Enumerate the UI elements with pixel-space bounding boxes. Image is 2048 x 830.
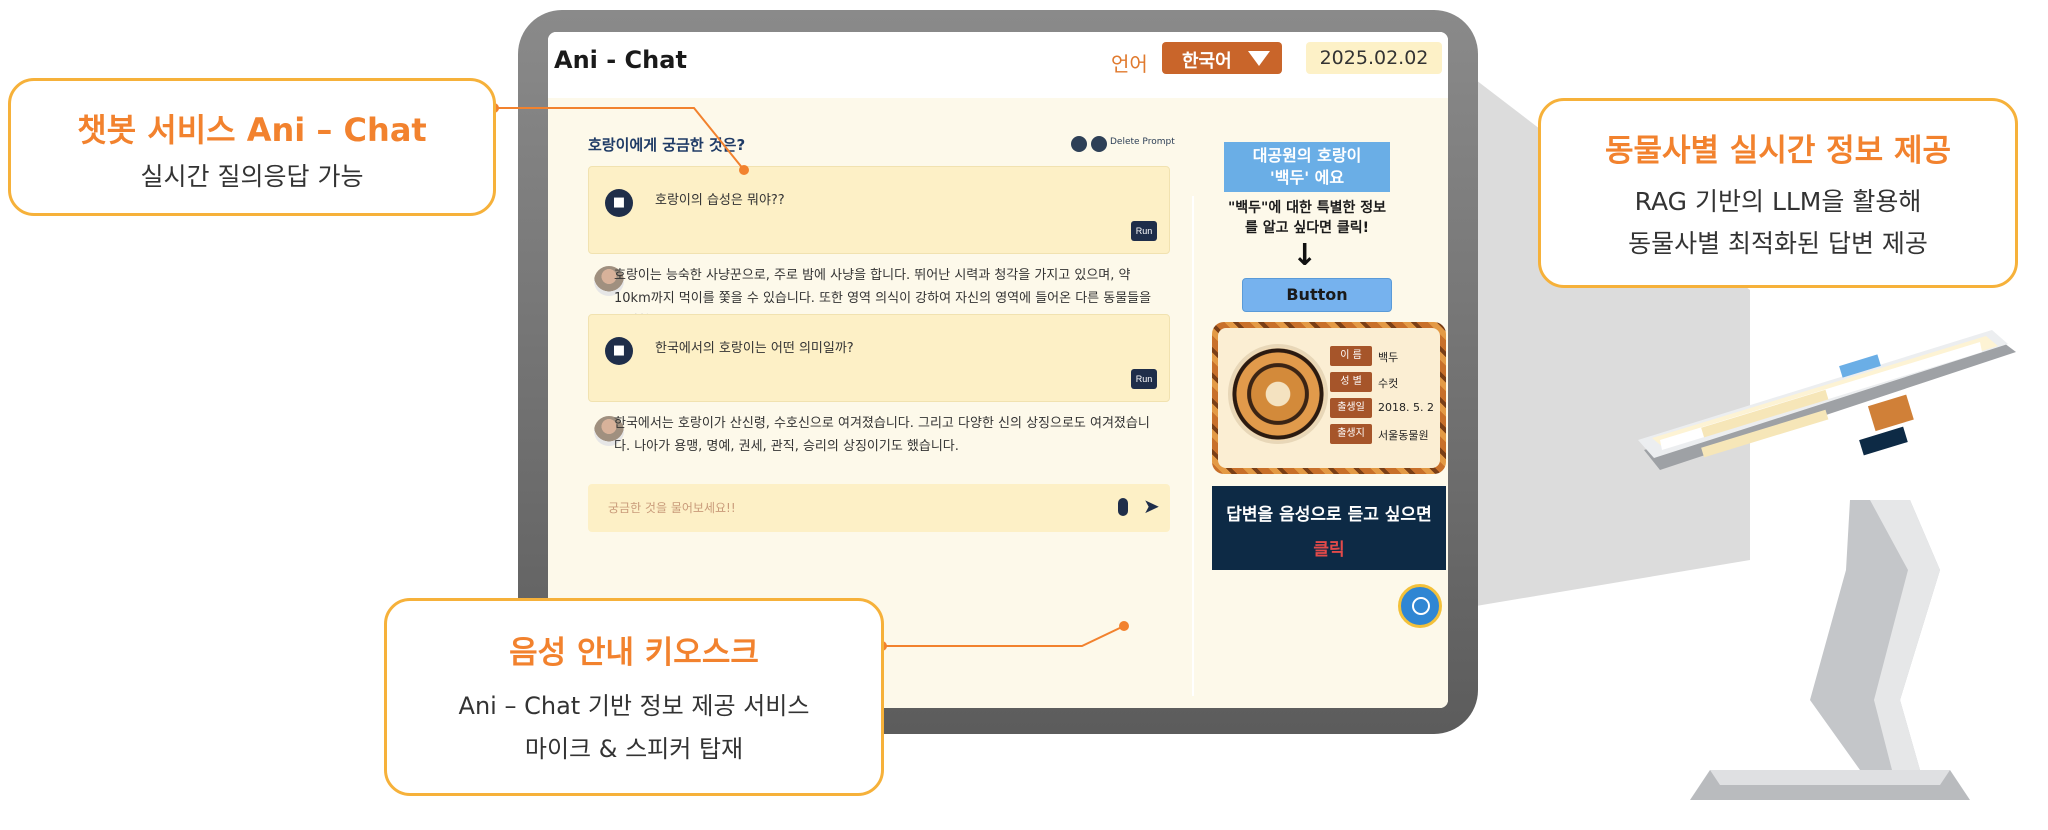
callout-kiosk-sub1: Ani – Chat 기반 정보 제공 서비스 — [458, 692, 810, 720]
language-value: 한국어 — [1182, 51, 1232, 72]
app-header: Ani - Chat 언어 한국어 2025.02.02 — [548, 32, 1448, 98]
field-label: 성 별 — [1330, 372, 1372, 392]
folder-icon: ■ — [605, 337, 633, 365]
language-label: 언어 — [1111, 52, 1148, 76]
run-button[interactable]: Run — [1131, 369, 1157, 389]
field-label: 출생지 — [1330, 424, 1372, 444]
arrow-down-icon: ↓ — [1292, 238, 1318, 273]
animal-profile-inner: 이 름 백두 성 별 수컷 출생일 2018. 5. 2 출생지 서울동물원 — [1218, 328, 1440, 468]
field-value: 2018. 5. 2 — [1378, 401, 1434, 414]
callout-realtime-title: 동물사별 실시간 정보 제공 — [1604, 133, 1952, 169]
delete-prompt-link[interactable]: Delete Prompt — [1110, 137, 1175, 147]
question-text: 한국에서의 호랑이는 어떤 의미일까? — [655, 341, 854, 356]
voice-answer-click: 클릭 — [1313, 540, 1345, 560]
field-value: 서울동물원 — [1378, 429, 1429, 442]
field-value: 백두 — [1378, 351, 1399, 364]
settings-icon[interactable] — [1071, 136, 1087, 152]
date-display: 2025.02.02 — [1306, 42, 1442, 74]
folder-icon: ■ — [605, 189, 633, 217]
animal-profile-card: 이 름 백두 성 별 수컷 출생일 2018. 5. 2 출생지 서울동물원 — [1212, 322, 1446, 474]
animal-title-line2: '백두' 에요 — [1269, 168, 1345, 187]
microphone-icon[interactable] — [1118, 498, 1128, 516]
info-instruction: "백두"에 대한 특별한 정보 를 알고 싶다면 클릭! — [1212, 198, 1402, 238]
trash-icon[interactable] — [1091, 136, 1107, 152]
info-instruction-line1: "백두"에 대한 특별한 정보 — [1227, 200, 1386, 216]
callout-realtime-sub2: 동물사별 최적화된 답변 제공 — [1628, 229, 1928, 258]
voice-answer-button[interactable]: 답변을 음성으로 듣고 싶으면 클릭 — [1212, 486, 1446, 570]
language-select[interactable]: 한국어 — [1162, 42, 1282, 74]
tiger-photo — [1228, 344, 1328, 444]
answer-text: 한국에서는 호랑이가 산신령, 수호신으로 여겨졌습니다. 그리고 다양한 신의… — [614, 416, 1150, 454]
callout-voice-kiosk: 음성 안내 키오스크 Ani – Chat 기반 정보 제공 서비스 마이크 &… — [384, 598, 884, 796]
callout-chatbot-title: 챗봇 서비스 Ani – Chat — [77, 111, 427, 149]
field-value: 수컷 — [1378, 377, 1399, 390]
question-title: 호랑이에게 궁금한 것은? — [588, 136, 746, 154]
animal-title-banner: 대공원의 호랑이 '백두' 에요 — [1224, 142, 1390, 192]
voice-answer-text: 답변을 음성으로 듣고 싶으면 — [1226, 505, 1432, 525]
chat-input-bar: ➤ — [588, 484, 1170, 532]
dropdown-triangle-icon — [1248, 51, 1270, 66]
callout-realtime-sub1: RAG 기반의 LLM을 활용해 — [1634, 187, 1922, 216]
callout-realtime-info: 동물사별 실시간 정보 제공 RAG 기반의 LLM을 활용해 동물사별 최적화… — [1538, 98, 2018, 288]
chat-bubble-icon — [1412, 597, 1430, 615]
chat-input[interactable] — [608, 496, 1088, 520]
callout-kiosk-title: 음성 안내 키오스크 — [509, 635, 759, 671]
field-label: 이 름 — [1330, 346, 1372, 366]
callout-chatbot-sub: 실시간 질의응답 가능 — [140, 162, 364, 191]
callout-kiosk-sub2: 마이크 & 스피커 탑재 — [524, 735, 744, 763]
animal-info-button[interactable]: Button — [1242, 278, 1392, 312]
question-text: 호랑이의 습성은 뭐야?? — [655, 193, 785, 208]
run-button[interactable]: Run — [1131, 221, 1157, 241]
question-card: ■ 호랑이의 습성은 뭐야?? Run — [588, 166, 1170, 254]
field-label: 출생일 — [1330, 398, 1372, 418]
app-title: Ani - Chat — [554, 46, 687, 74]
send-icon[interactable]: ➤ — [1143, 494, 1160, 518]
chat-fab-button[interactable] — [1398, 584, 1442, 628]
panel-divider — [1192, 196, 1194, 696]
kiosk-illustration — [1638, 330, 2016, 800]
animal-title-line1: 대공원의 호랑이 — [1252, 146, 1362, 165]
info-instruction-line2: 를 알고 싶다면 클릭! — [1244, 220, 1370, 236]
callout-chatbot: 챗봇 서비스 Ani – Chat 실시간 질의응답 가능 — [8, 78, 496, 216]
question-card: ■ 한국에서의 호랑이는 어떤 의미일까? Run — [588, 314, 1170, 402]
